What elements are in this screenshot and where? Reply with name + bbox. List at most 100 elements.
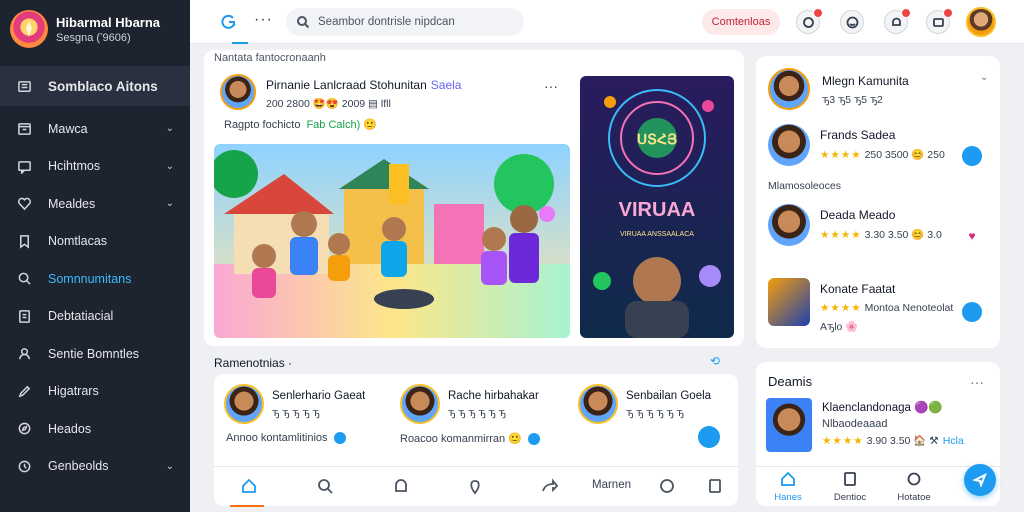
notification-badge [813, 8, 823, 18]
chevron-down-icon: ⌄ [165, 123, 174, 135]
heart-icon [16, 196, 32, 212]
suggestion-item[interactable]: Deada Meado ★★★★ 3.30 3.50 😊 3.0 [768, 204, 942, 246]
document-icon [844, 472, 856, 486]
home-icon [781, 471, 795, 486]
sidebar-item-somnnumitans[interactable]: Somnnumitans [0, 260, 190, 298]
event-thumbnail [766, 398, 812, 452]
send-button[interactable] [964, 464, 996, 496]
search-bar[interactable] [286, 8, 524, 36]
sidebar-item-heados[interactable]: Heados [0, 410, 190, 448]
app-logo [10, 10, 48, 48]
location-icon[interactable] [464, 475, 486, 497]
sidebar-item-genbeolds[interactable]: Genbeolds ⌄ [0, 448, 190, 486]
story-meta: ꚋ ꚋ ꚋ ꚋ ꚋ [272, 407, 320, 419]
tab-document[interactable]: Dentioc [820, 471, 880, 503]
post-more-icon[interactable]: ··· [544, 78, 558, 94]
bell-icon[interactable] [884, 8, 911, 34]
post-title[interactable]: Pirnanie Lanlcraad Stohunitan Saela [266, 78, 461, 92]
tab-chat[interactable]: Hotatoe [884, 471, 944, 503]
post-meta: 200 2800 🤩😍 2009 ▤ lfll [266, 98, 391, 110]
sidebar-item-label: Debtatiacial [48, 309, 114, 324]
chat-icon [907, 472, 921, 486]
avatar [578, 384, 618, 424]
brand-title: Hibarmal Hbarna [56, 14, 161, 30]
cta-button[interactable]: Comtenloas [702, 9, 780, 35]
promo-banner[interactable]: ՍՏՀՅ VIRUAA VIRUAA ANSSAALACA [580, 76, 734, 338]
search-input[interactable] [318, 16, 508, 28]
search-icon [297, 16, 310, 29]
chat-icon[interactable] [796, 8, 823, 34]
top-bar: ··· Comtenloas [190, 0, 1024, 44]
bell-icon[interactable] [390, 475, 412, 497]
community-header[interactable]: Mlegn Kamunita ꚋ3 ꚋ5 ꚋ5 ꚋ2 [768, 68, 909, 110]
user-avatar[interactable] [966, 7, 996, 37]
chevron-down-icon: ⌄ [165, 160, 174, 172]
chevron-down-icon[interactable]: ⌄ [980, 72, 988, 83]
story-meta: ꚋ ꚋ ꚋ ꚋ ꚋ ꚋ [448, 407, 506, 419]
document-icon[interactable] [704, 475, 726, 497]
suggestion-thumbnail [768, 278, 810, 326]
post-header: Pirnanie Lanlcraad Stohunitan Saela 200 2… [220, 74, 461, 110]
comment-icon[interactable] [656, 475, 678, 497]
post-caption: Ragpto fochicto Fab Calch) 🙂 [224, 119, 377, 131]
section-label: Mlamosoleoces [768, 180, 841, 192]
share-icon[interactable] [538, 475, 560, 497]
search-icon [16, 271, 32, 287]
sidebar-item-mawca[interactable]: Mawca ⌄ [0, 110, 190, 148]
promo-line1: ՍՏՀՅ [637, 131, 677, 147]
avatar [224, 384, 264, 424]
sidebar: Hibarmal Hbarna Sesgna (ʼ9606) Somblaco … [0, 0, 190, 512]
tab-home[interactable]: Hanes [758, 471, 818, 503]
sidebar-item-hcihtmos[interactable]: Hcihtmos ⌄ [0, 148, 190, 186]
avatar [400, 384, 440, 424]
sidebar-item-label: Somblaco Aitons [48, 78, 158, 94]
heart-icon[interactable]: ♥ [962, 226, 982, 246]
chat-button[interactable] [698, 426, 720, 448]
sidebar-item-actions[interactable]: Somblaco Aitons [0, 66, 190, 106]
refresh-icon[interactable] [218, 12, 238, 32]
avatar [768, 68, 810, 110]
sidebar-item-nomtlacas[interactable]: Nomtlacas [0, 223, 190, 261]
story-item[interactable]: Rache hirbahakar ꚋ ꚋ ꚋ ꚋ ꚋ ꚋ [400, 384, 539, 424]
story-name: Senlerhario Gaeat [272, 390, 366, 402]
more-icon[interactable]: ··· [254, 11, 273, 29]
refresh-icon[interactable]: ⟲ [710, 354, 720, 368]
brand[interactable]: Hibarmal Hbarna Sesgna (ʼ9606) [0, 0, 190, 58]
stories-label: Ramenotnias · [214, 356, 293, 370]
sidebar-item-mealdes[interactable]: Mealdes ⌄ [0, 185, 190, 223]
follow-button[interactable] [962, 302, 982, 322]
promo-line2: VIRUAA [619, 199, 696, 221]
smile-icon[interactable] [840, 10, 864, 34]
sidebar-item-higatrars[interactable]: Higatrars [0, 373, 190, 411]
sidebar-item-label: Nomtlacas [48, 234, 108, 249]
story-item[interactable]: Senlerhario Gaeat ꚋ ꚋ ꚋ ꚋ ꚋ [224, 384, 365, 424]
suggestion-name: Frands Sadea [820, 128, 896, 142]
suggestion-item[interactable]: Frands Sadea ★★★★ 250 3500 😊 250 [768, 124, 945, 166]
notification-badge [943, 8, 953, 18]
story-status: Roacoo komanmirran 🙂 [400, 432, 540, 445]
sidebar-item-debtatiacial[interactable]: Debtatiacial [0, 298, 190, 336]
sidebar-item-label: Heados [48, 421, 92, 436]
clock-icon [16, 458, 32, 474]
message-icon[interactable] [926, 8, 953, 34]
post-author-avatar[interactable] [220, 74, 256, 110]
post-image[interactable] [214, 144, 570, 338]
sidebar-item-label: Sentie Bomntles [48, 346, 140, 361]
home-icon[interactable] [238, 475, 260, 497]
story-meta: ꚋ ꚋ ꚋ ꚋ ꚋ ꚋ [626, 407, 684, 419]
follow-button[interactable] [962, 146, 982, 166]
suggestion-item[interactable]: Konate Faatat ★★★★ Montoa Nenoteolat Aꚋl… [768, 278, 953, 333]
stories-card: Senlerhario Gaeat ꚋ ꚋ ꚋ ꚋ ꚋ Rache hirbah… [214, 374, 738, 507]
document-icon [16, 308, 32, 324]
sidebar-item-label: Mawca [48, 121, 88, 136]
more-icon[interactable]: ··· [970, 374, 984, 390]
event-item[interactable]: Klaenclandonaga 🟣🟢 Nlbaodeaaad ★★★★ 3.90… [766, 398, 964, 452]
section-caption: Nantata fantocronaanh [214, 52, 326, 64]
story-item[interactable]: Senbailan Goela ꚋ ꚋ ꚋ ꚋ ꚋ ꚋ [578, 384, 711, 424]
bookmark-icon [16, 233, 32, 249]
tab-label[interactable]: Marnen [592, 479, 631, 491]
promo-line3: VIRUAA ANSSAALACA [620, 231, 694, 238]
grid-icon [16, 78, 32, 94]
search-icon[interactable] [314, 475, 336, 497]
sidebar-item-sentie-bomntles[interactable]: Sentie Bomntles [0, 335, 190, 373]
